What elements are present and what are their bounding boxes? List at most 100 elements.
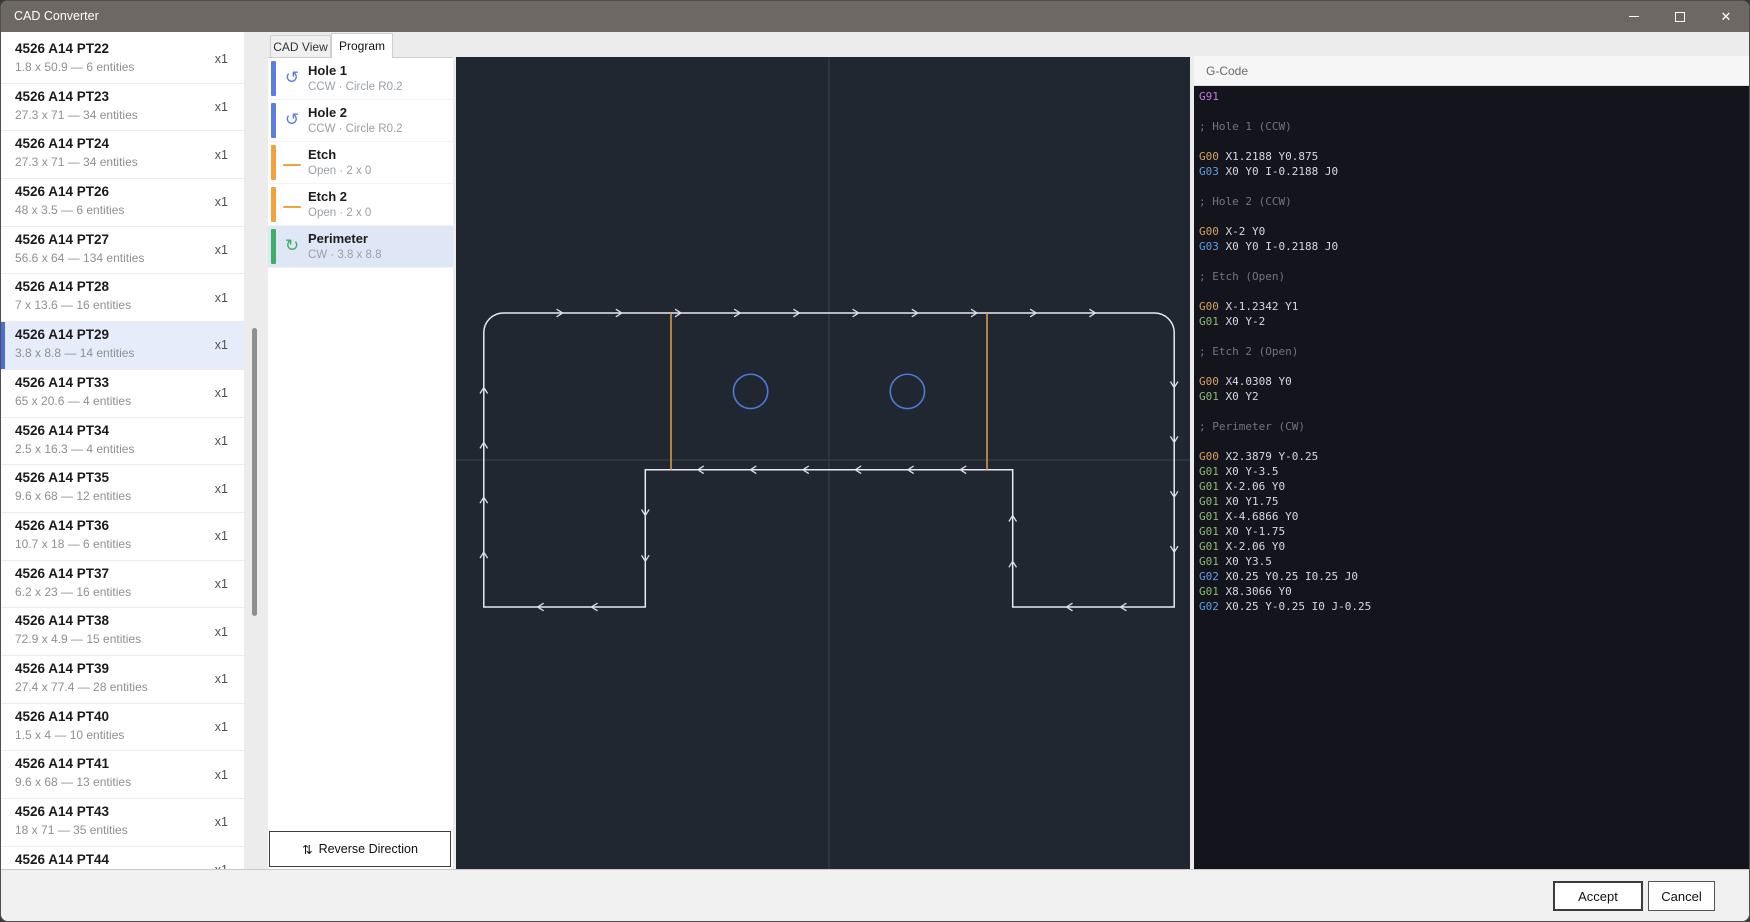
operation-details: Open · 2 x 0 bbox=[308, 165, 447, 177]
part-list-item[interactable]: 4526 A14 PT376.2 x 23 — 16 entitiesx1 bbox=[1, 561, 244, 609]
part-list-item[interactable]: 4526 A14 PT2327.3 x 71 — 34 entitiesx1 bbox=[1, 84, 244, 132]
part-list-item[interactable]: 4526 A14 PT2427.3 x 71 — 34 entitiesx1 bbox=[1, 131, 244, 179]
part-dimensions: 9.6 x 68 — 13 entities bbox=[15, 775, 230, 789]
program-operation-item[interactable]: Etch 2Open · 2 x 0 bbox=[268, 184, 453, 226]
program-operation-item[interactable]: ↺Hole 1CCW · Circle R0.2 bbox=[268, 58, 453, 100]
title-bar[interactable]: CAD Converter ✕ bbox=[1, 1, 1749, 32]
tab-cad-view[interactable]: CAD View bbox=[270, 35, 331, 58]
part-list-item[interactable]: 4526 A14 PT2648 x 3.5 — 6 entitiesx1 bbox=[1, 179, 244, 227]
part-quantity: x1 bbox=[215, 434, 228, 448]
part-name: 4526 A14 PT28 bbox=[15, 279, 230, 295]
gcode-line bbox=[1199, 434, 1750, 449]
part-quantity: x1 bbox=[215, 672, 228, 686]
part-dimensions: 2.5 x 16.3 — 4 entities bbox=[15, 442, 230, 456]
part-dimensions: 1.5 x 4 — 10 entities bbox=[15, 728, 230, 742]
operation-accent-bar bbox=[271, 229, 276, 264]
part-name: 4526 A14 PT39 bbox=[15, 661, 230, 677]
program-operation-item[interactable]: Etch Open · 2 x 0 bbox=[268, 142, 453, 184]
part-name: 4526 A14 PT43 bbox=[15, 804, 230, 820]
close-button[interactable]: ✕ bbox=[1703, 1, 1749, 32]
gcode-line: ; Etch (Open) bbox=[1199, 269, 1750, 284]
gcode-line bbox=[1199, 254, 1750, 269]
part-dimensions: 18 x 71 — 35 entities bbox=[15, 823, 230, 837]
gcode-line: G00 X-2 Y0 bbox=[1199, 224, 1750, 239]
gcode-line bbox=[1199, 404, 1750, 419]
gcode-line: G01 X0 Y2 bbox=[1199, 389, 1750, 404]
part-list-item[interactable]: 4526 A14 PT3610.7 x 18 — 6 entitiesx1 bbox=[1, 513, 244, 561]
cad-viewport[interactable] bbox=[456, 57, 1190, 869]
part-list-scrollbar-thumb[interactable] bbox=[252, 328, 257, 616]
part-list-item[interactable]: 4526 A14 PT43 18 x 71 — 35 entitiesx1 bbox=[1, 799, 244, 847]
operation-name: Etch bbox=[308, 147, 447, 162]
part-list-item[interactable]: 4526 A14 PT342.5 x 16.3 — 4 entitiesx1 bbox=[1, 418, 244, 466]
part-dimensions: 7 x 13.6 — 16 entities bbox=[15, 298, 230, 312]
gcode-line bbox=[1199, 359, 1750, 374]
minimize-button[interactable] bbox=[1611, 1, 1657, 32]
part-list-item[interactable]: 4526 A14 PT419.6 x 68 — 13 entitiesx1 bbox=[1, 751, 244, 799]
part-list-item[interactable]: 4526 A14 PT40 1.5 x 4 — 10 entitiesx1 bbox=[1, 704, 244, 752]
reverse-direction-button[interactable]: ⇅ Reverse Direction bbox=[269, 831, 451, 867]
part-quantity: x1 bbox=[215, 148, 228, 162]
part-quantity: x1 bbox=[215, 815, 228, 829]
part-list-item[interactable]: 4526 A14 PT359.6 x 68 — 12 entitiesx1 bbox=[1, 465, 244, 513]
operation-details: CCW · Circle R0.2 bbox=[308, 81, 447, 93]
part-quantity: x1 bbox=[215, 625, 228, 639]
part-quantity: x1 bbox=[215, 52, 228, 66]
tab-program[interactable]: Program bbox=[331, 33, 393, 58]
part-dimensions: 6.2 x 23 — 16 entities bbox=[15, 585, 230, 599]
part-name: 4526 A14 PT41 bbox=[15, 756, 230, 772]
app-window: CAD Converter ✕ 4526 A14 PT221.8 x 50.9 … bbox=[0, 0, 1750, 922]
part-list-item[interactable]: 4526 A14 PT3365 x 20.6 — 4 entitiesx1 bbox=[1, 370, 244, 418]
gcode-line: G01 X0 Y-1.75 bbox=[1199, 524, 1750, 539]
part-name: 4526 A14 PT27 bbox=[15, 232, 230, 248]
reverse-direction-label: Reverse Direction bbox=[319, 842, 418, 856]
ccw-rotation-icon: ↺ bbox=[281, 66, 303, 90]
maximize-button[interactable] bbox=[1657, 1, 1703, 32]
gcode-line: G03 X0 Y0 I-0.2188 J0 bbox=[1199, 239, 1750, 254]
gcode-line bbox=[1199, 329, 1750, 344]
part-dimensions: 56.6 x 64 — 134 entities bbox=[15, 251, 230, 265]
part-dimensions: 65 x 20.6 — 4 entities bbox=[15, 394, 230, 408]
part-dimensions: 48 x 3.5 — 6 entities bbox=[15, 203, 230, 217]
part-quantity: x1 bbox=[215, 100, 228, 114]
part-list-item[interactable]: 4526 A14 PT3927.4 x 77.4 — 28 entitiesx1 bbox=[1, 656, 244, 704]
minimize-icon bbox=[1629, 16, 1639, 17]
part-quantity: x1 bbox=[215, 720, 228, 734]
gcode-panel-title: G-Code bbox=[1206, 64, 1248, 78]
part-quantity: x1 bbox=[215, 338, 228, 352]
gcode-line: G00 X1.2188 Y0.875 bbox=[1199, 149, 1750, 164]
part-dimensions: 1.8 x 50.9 — 6 entities bbox=[15, 60, 230, 74]
part-list-item[interactable]: 4526 A14 PT3872.9 x 4.9 — 15 entitiesx1 bbox=[1, 608, 244, 656]
part-dimensions: 3.8 x 8.8 — 14 entities bbox=[15, 346, 230, 360]
part-name: 4526 A14 PT29 bbox=[15, 327, 230, 343]
part-list-scrollbar-track[interactable] bbox=[244, 32, 268, 869]
part-name: 4526 A14 PT40 bbox=[15, 709, 230, 725]
cancel-button[interactable]: Cancel bbox=[1648, 881, 1715, 911]
part-list-item[interactable]: 4526 A14 PT44x1 bbox=[1, 847, 244, 869]
program-operation-item[interactable]: ↺Hole 2CCW · Circle R0.2 bbox=[268, 100, 453, 142]
part-quantity: x1 bbox=[215, 291, 228, 305]
part-list[interactable]: 4526 A14 PT221.8 x 50.9 — 6 entitiesx145… bbox=[1, 32, 244, 869]
gcode-line: G01 X0 Y3.5 bbox=[1199, 554, 1750, 569]
part-quantity: x1 bbox=[215, 386, 228, 400]
gcode-text[interactable]: G91 ; Hole 1 (CCW) G00 X1.2188 Y0.875G03… bbox=[1194, 86, 1750, 869]
window-title: CAD Converter bbox=[14, 9, 99, 23]
program-operation-item[interactable]: ↻PerimeterCW · 3.8 x 8.8 bbox=[268, 226, 453, 268]
part-list-item[interactable]: 4526 A14 PT28 7 x 13.6 — 16 entitiesx1 bbox=[1, 274, 244, 322]
operation-accent-bar bbox=[271, 103, 276, 138]
gcode-line: G01 X-2.06 Y0 bbox=[1199, 539, 1750, 554]
part-list-item[interactable]: 4526 A14 PT221.8 x 50.9 — 6 entitiesx1 bbox=[1, 36, 244, 84]
gcode-line: G00 X2.3879 Y-0.25 bbox=[1199, 449, 1750, 464]
gcode-panel: G-Code G91 ; Hole 1 (CCW) G00 X1.2188 Y0… bbox=[1194, 56, 1750, 869]
gcode-line: ; Perimeter (CW) bbox=[1199, 419, 1750, 434]
accept-button[interactable]: Accept bbox=[1553, 881, 1643, 911]
operation-accent-bar bbox=[271, 61, 276, 96]
gcode-line: G01 X0 Y-2 bbox=[1199, 314, 1750, 329]
part-name: 4526 A14 PT37 bbox=[15, 566, 230, 582]
gcode-line: G02 X0.25 Y-0.25 I0 J-0.25 bbox=[1199, 599, 1750, 614]
part-list-item[interactable]: 4526 A14 PT29 3.8 x 8.8 — 14 entitiesx1 bbox=[1, 322, 244, 370]
etch-line-icon bbox=[281, 150, 303, 174]
gcode-line: G03 X0 Y0 I-0.2188 J0 bbox=[1199, 164, 1750, 179]
part-list-item[interactable]: 4526 A14 PT2756.6 x 64 — 134 entitiesx1 bbox=[1, 227, 244, 275]
gcode-line: G91 bbox=[1199, 89, 1750, 104]
